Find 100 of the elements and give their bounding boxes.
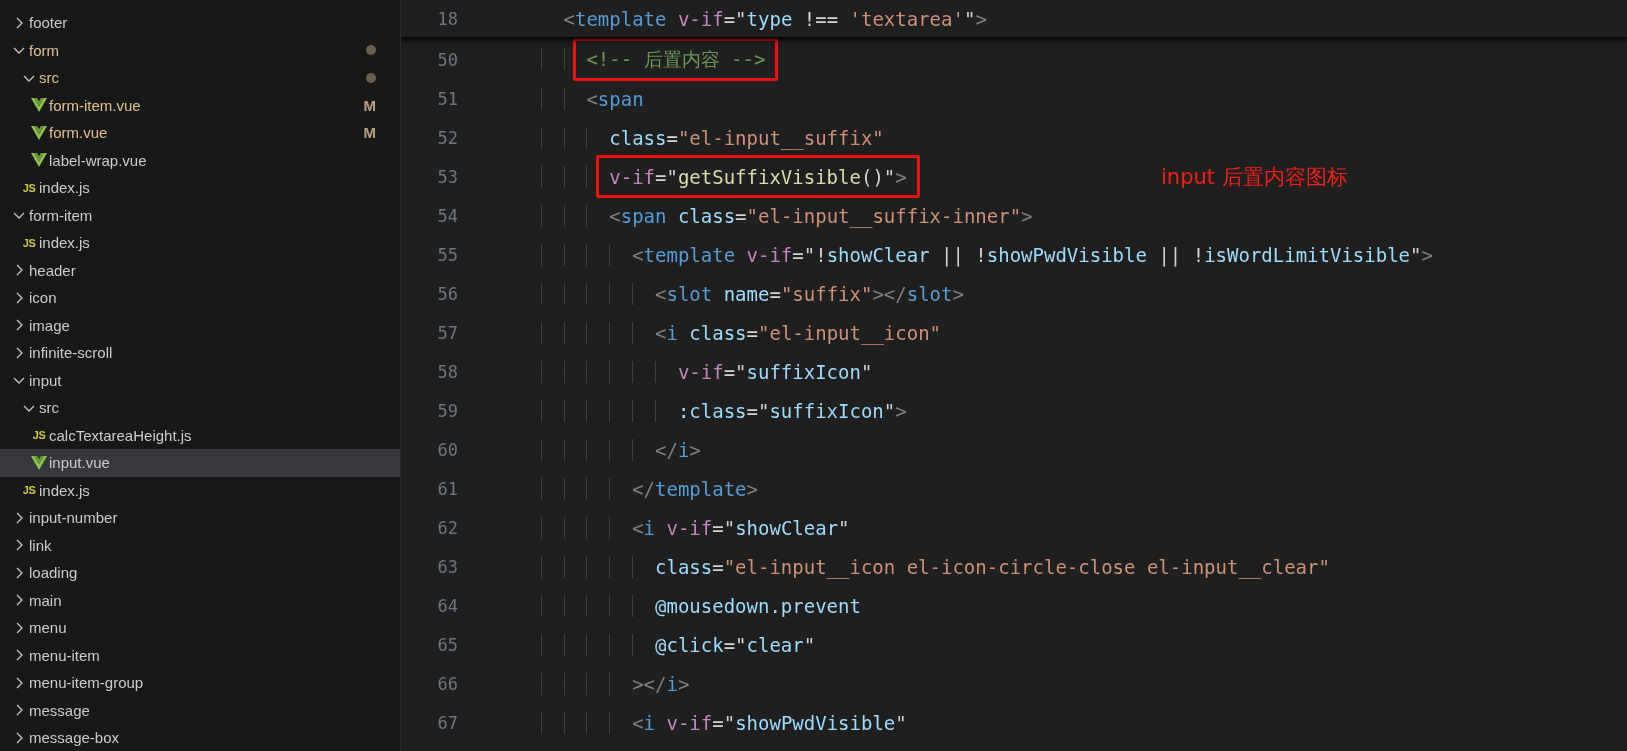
code-line: </i> xyxy=(472,438,701,461)
tree-item[interactable]: form-item xyxy=(0,201,400,229)
file-name: src xyxy=(39,399,59,417)
tree-item[interactable]: label-wrap.vue xyxy=(0,146,400,174)
tree-item[interactable]: message xyxy=(0,696,400,724)
tree-item[interactable]: footer xyxy=(0,9,400,37)
vue-file-icon xyxy=(29,153,49,168)
vue-file-icon xyxy=(29,98,49,113)
code-line: <!-- 后置内容 --> xyxy=(472,46,766,73)
tree-item[interactable]: JS index.js xyxy=(0,229,400,257)
file-name: src xyxy=(39,69,59,87)
line-number: 50 xyxy=(436,49,458,70)
vue-file-icon xyxy=(29,455,49,470)
js-file-icon: JS xyxy=(29,429,49,442)
tree-item[interactable]: form.vue M xyxy=(0,119,400,147)
line-number: 57 xyxy=(436,322,458,343)
code-line: v-if="suffixIcon" xyxy=(472,360,873,383)
tree-item[interactable]: src xyxy=(0,394,400,422)
file-name: index.js xyxy=(39,234,90,252)
file-name: header xyxy=(29,261,76,279)
file-name: input-number xyxy=(29,509,118,527)
annotation-text: input 后置内容图标 xyxy=(1161,163,1348,191)
code-line: <span class="el-input__suffix-inner"> xyxy=(472,204,1033,227)
tree-item[interactable]: JS calcTextareaHeight.js xyxy=(0,421,400,449)
tree-item[interactable]: infinite-scroll xyxy=(0,339,400,367)
line-number: 67 xyxy=(436,712,458,733)
file-name: menu xyxy=(29,619,67,637)
line-number: 59 xyxy=(436,400,458,421)
file-name: index.js xyxy=(39,179,90,197)
code-line: <i v-if="showPwdVisible" xyxy=(472,711,907,734)
code-line: <i class="el-input__icon" xyxy=(472,321,942,344)
code-line: :class="suffixIcon"> xyxy=(472,399,907,422)
file-name: icon xyxy=(29,289,57,307)
tree-item[interactable]: input xyxy=(0,366,400,394)
tree-item[interactable]: menu-item-group xyxy=(0,669,400,697)
code-line: <template v-if="!showClear || !showPwdVisible || !isWordLimitVisible"> xyxy=(472,243,1433,266)
code-line: </template> xyxy=(472,477,758,500)
line-number: 58 xyxy=(436,361,458,382)
tree-item[interactable]: loading xyxy=(0,559,400,587)
file-name: menu-item-group xyxy=(29,674,144,692)
status-letter: M xyxy=(363,96,376,114)
file-name: footer xyxy=(29,14,68,32)
line-number: 62 xyxy=(436,517,458,538)
vue-file-icon xyxy=(29,125,49,140)
code-line: <slot name="suffix"></slot> xyxy=(472,282,964,305)
tree-item[interactable]: image xyxy=(0,311,400,339)
file-name: message-box xyxy=(29,729,120,747)
js-file-icon: JS xyxy=(19,236,39,249)
file-name: index.js xyxy=(39,481,90,499)
line-number: 66 xyxy=(436,673,458,694)
file-name: form.vue xyxy=(49,124,108,142)
tree-item[interactable]: input.vue xyxy=(0,449,400,477)
tree-item[interactable]: menu xyxy=(0,614,400,642)
file-name: loading xyxy=(29,564,78,582)
file-name: calcTextareaHeight.js xyxy=(49,426,192,444)
tree-item[interactable]: input-number xyxy=(0,504,400,532)
line-number: 52 xyxy=(436,127,458,148)
line-number: 60 xyxy=(436,439,458,460)
file-name: label-wrap.vue xyxy=(49,151,147,169)
tree-item[interactable]: main xyxy=(0,586,400,614)
tree-item[interactable]: JS index.js xyxy=(0,476,400,504)
line-number: 55 xyxy=(436,244,458,265)
code-line: class="el-input__suffix" xyxy=(472,126,884,149)
line-number: 51 xyxy=(436,88,458,109)
code-line: <span xyxy=(472,87,644,110)
tree-item[interactable]: message-box xyxy=(0,724,400,751)
code-line: v-if="getSuffixVisible()"> xyxy=(472,165,907,188)
tree-item[interactable]: src xyxy=(0,64,400,92)
file-name: form-item xyxy=(29,206,93,224)
file-name: input.vue xyxy=(49,454,110,472)
file-name: menu-item xyxy=(29,646,100,664)
js-file-icon: JS xyxy=(19,484,39,497)
file-name: main xyxy=(29,591,62,609)
tree-item[interactable]: form xyxy=(0,36,400,64)
file-name: link xyxy=(29,536,52,554)
code-line: @mousedown.prevent xyxy=(472,594,861,617)
code-line: @click="clear" xyxy=(472,633,816,656)
file-name: form xyxy=(29,41,59,59)
line-number: 63 xyxy=(436,556,458,577)
line-number: 54 xyxy=(436,205,458,226)
tree-item[interactable]: header xyxy=(0,256,400,284)
tree-item[interactable]: form-item.vue M xyxy=(0,91,400,119)
code-line: <template v-if="type !== 'textarea'"> xyxy=(562,7,987,30)
file-name: infinite-scroll xyxy=(29,344,113,362)
file-name: message xyxy=(29,701,90,719)
js-file-icon: JS xyxy=(19,181,39,194)
line-number: 64 xyxy=(436,595,458,616)
line-number: 65 xyxy=(436,634,458,655)
tree-item[interactable]: link xyxy=(0,531,400,559)
line-number: 18 xyxy=(436,8,458,29)
line-number: 53 xyxy=(436,166,458,187)
code-line: class="el-input__icon el-icon-circle-close el-input__clear" xyxy=(472,555,1330,578)
tree-item[interactable]: icon xyxy=(0,284,400,312)
file-name: form-item.vue xyxy=(49,96,141,114)
file-name: input xyxy=(29,371,62,389)
code-line: <i v-if="showClear" xyxy=(472,516,850,539)
line-number: 61 xyxy=(436,478,458,499)
tree-item[interactable]: menu-item xyxy=(0,641,400,669)
tree-item[interactable]: JS index.js xyxy=(0,174,400,202)
line-number: 56 xyxy=(436,283,458,304)
